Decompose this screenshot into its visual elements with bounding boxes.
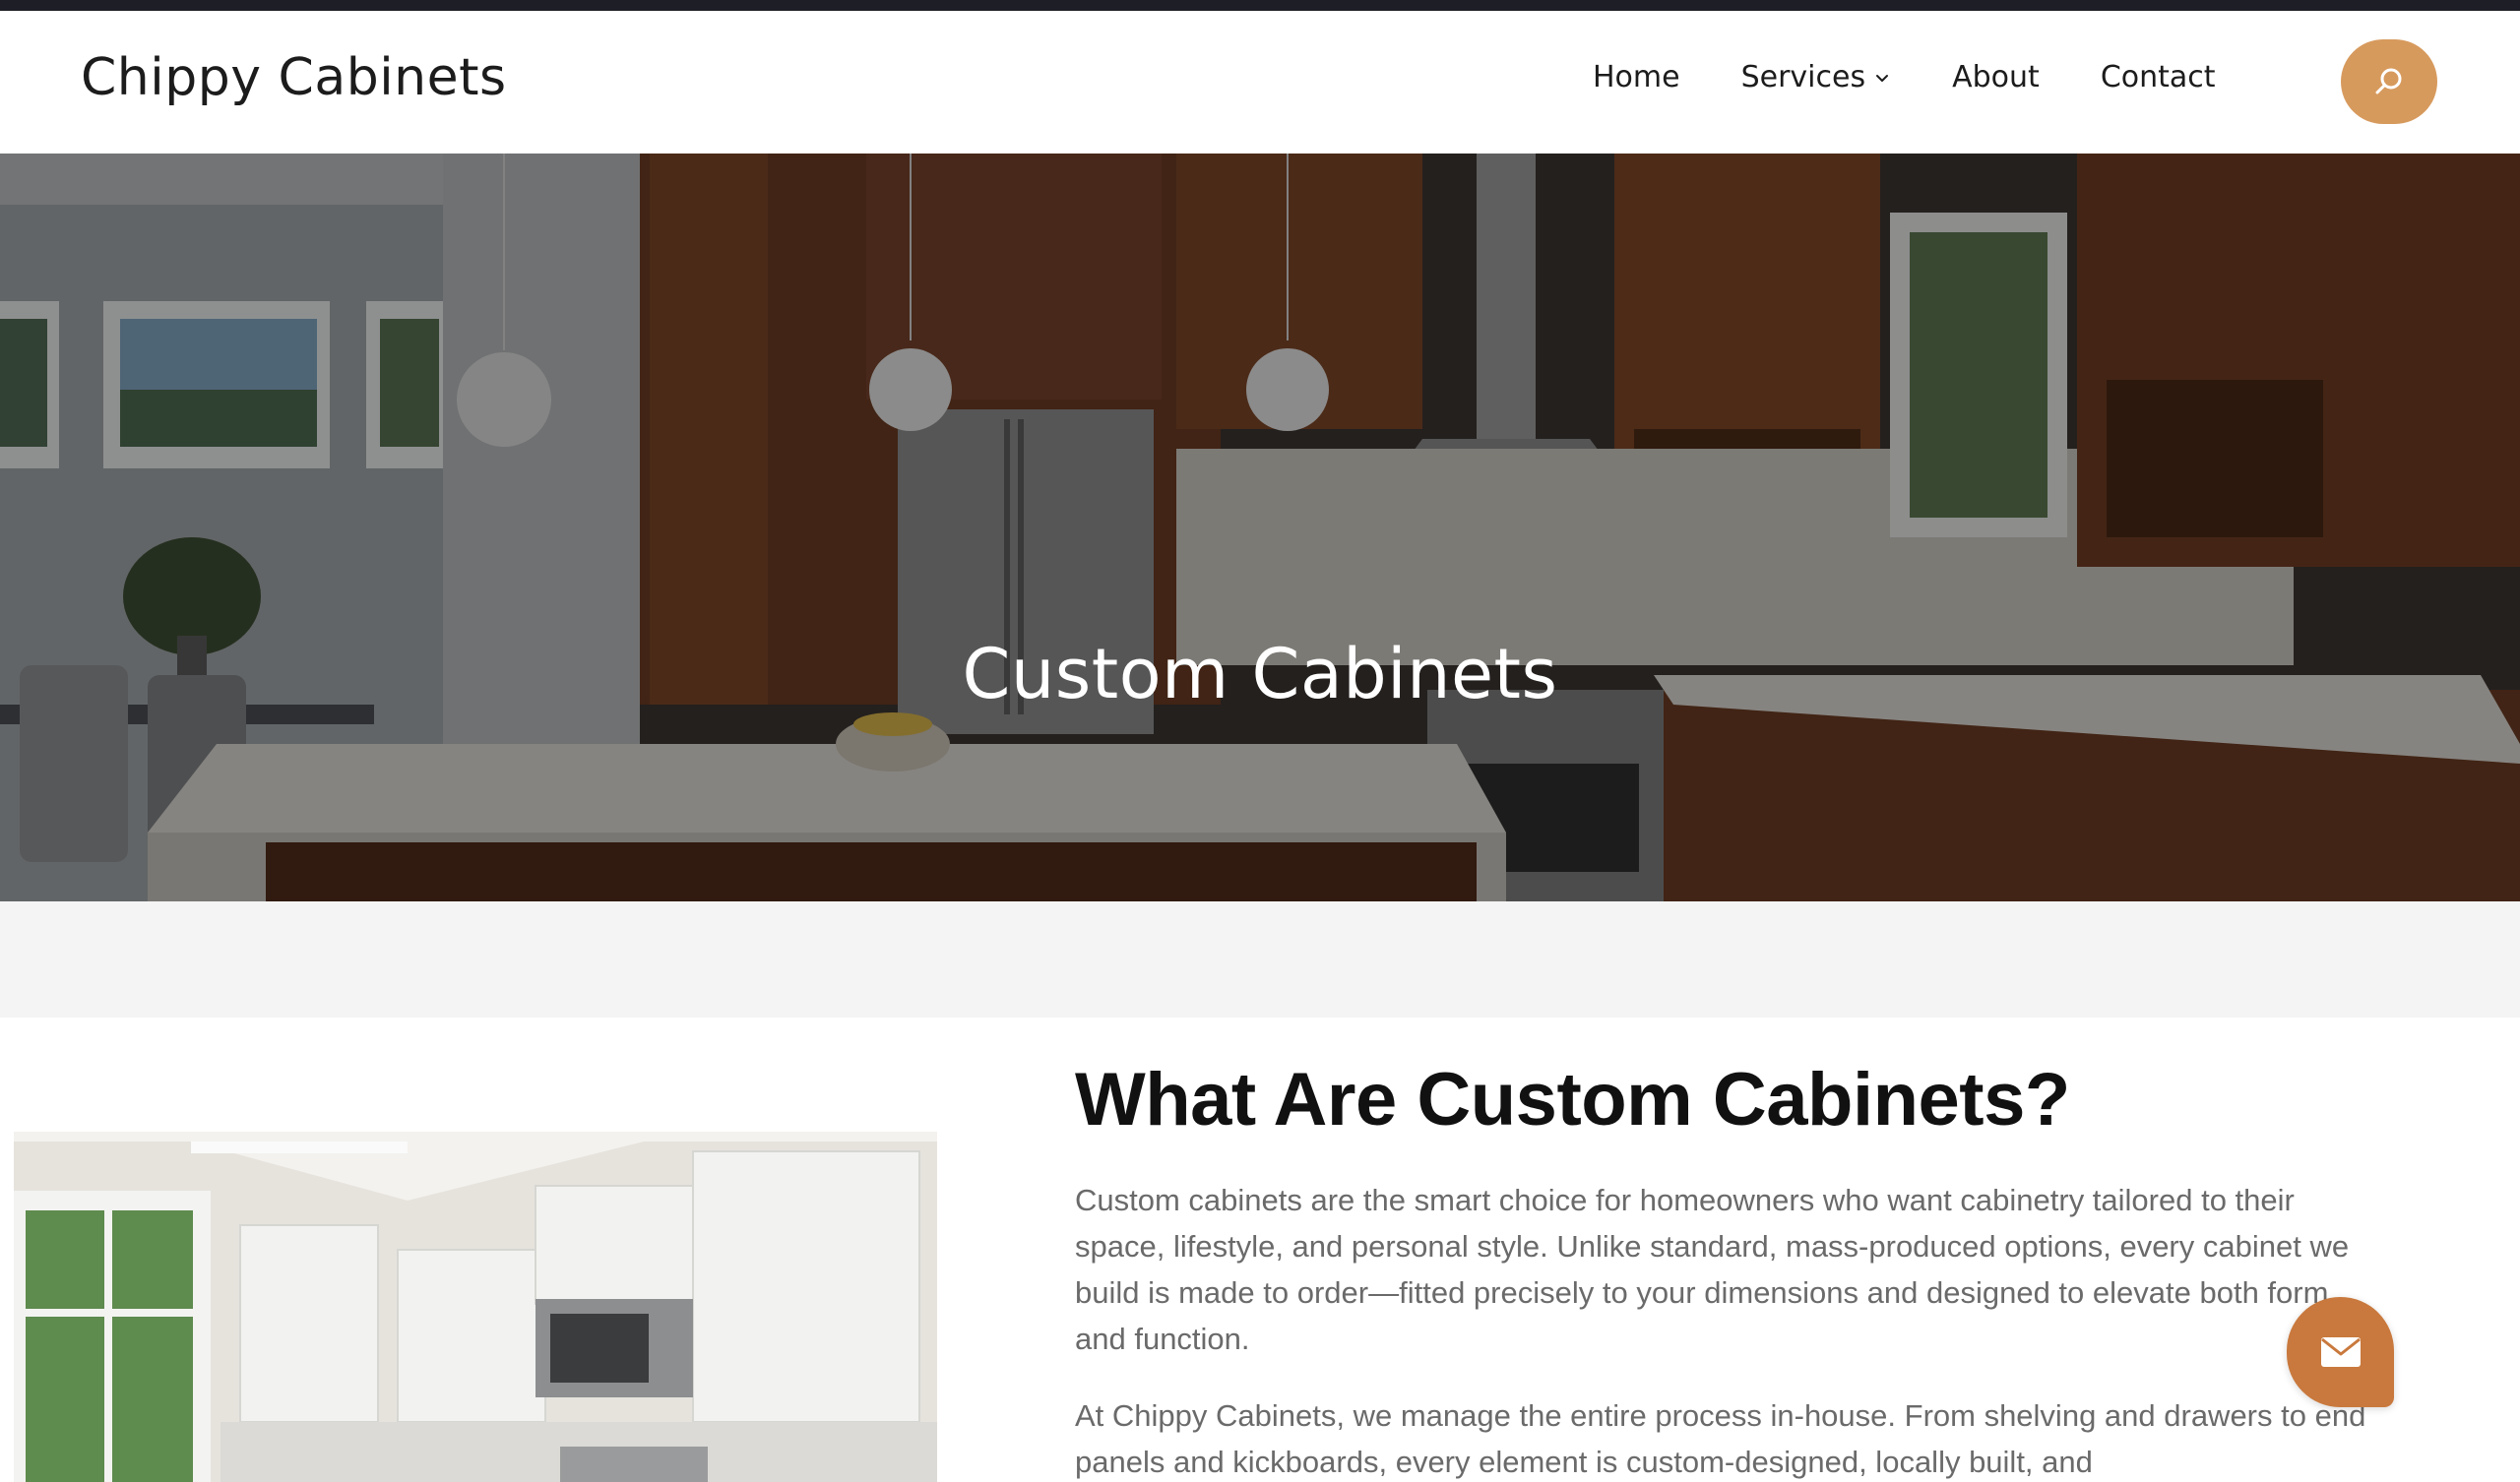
nav-item-label: Home: [1593, 60, 1680, 94]
contact-fab-button[interactable]: [2287, 1297, 2394, 1407]
search-button[interactable]: [2341, 39, 2437, 124]
top-bar: [0, 0, 2520, 11]
intro-paragraph: Custom cabinets are the smart choice for…: [1075, 1183, 2350, 1356]
nav-item-contact[interactable]: Contact: [2101, 60, 2216, 94]
nav-item-label: About: [1952, 60, 2040, 94]
hero-kitchen-image: [0, 154, 2520, 901]
nav-item-home[interactable]: Home: [1593, 60, 1680, 94]
main-nav: Home Services About Contact: [1593, 60, 2216, 94]
process-paragraph: At Chippy Cabinets, we manage the entire…: [1075, 1398, 2366, 1479]
nav-item-about[interactable]: About: [1952, 60, 2040, 94]
search-icon: [2375, 68, 2402, 94]
section-heading: What Are Custom Cabinets?: [1075, 1058, 2070, 1142]
nav-item-label: Contact: [2100, 60, 2216, 94]
envelope-icon: [2320, 1337, 2361, 1367]
chevron-down-icon: [1876, 74, 1889, 82]
white-kitchen-image: [14, 1132, 937, 1482]
section-divider-band: [0, 901, 2520, 1018]
nav-item-label: Services: [1740, 60, 1866, 94]
site-logo[interactable]: Chippy Cabinets: [81, 48, 507, 107]
site-header: Chippy Cabinets Home Services About Cont…: [0, 11, 2520, 154]
hero-title: Custom Cabinets: [962, 634, 1558, 714]
hero-banner: Custom Cabinets: [0, 154, 2520, 901]
nav-item-services[interactable]: Services: [1741, 60, 1892, 94]
